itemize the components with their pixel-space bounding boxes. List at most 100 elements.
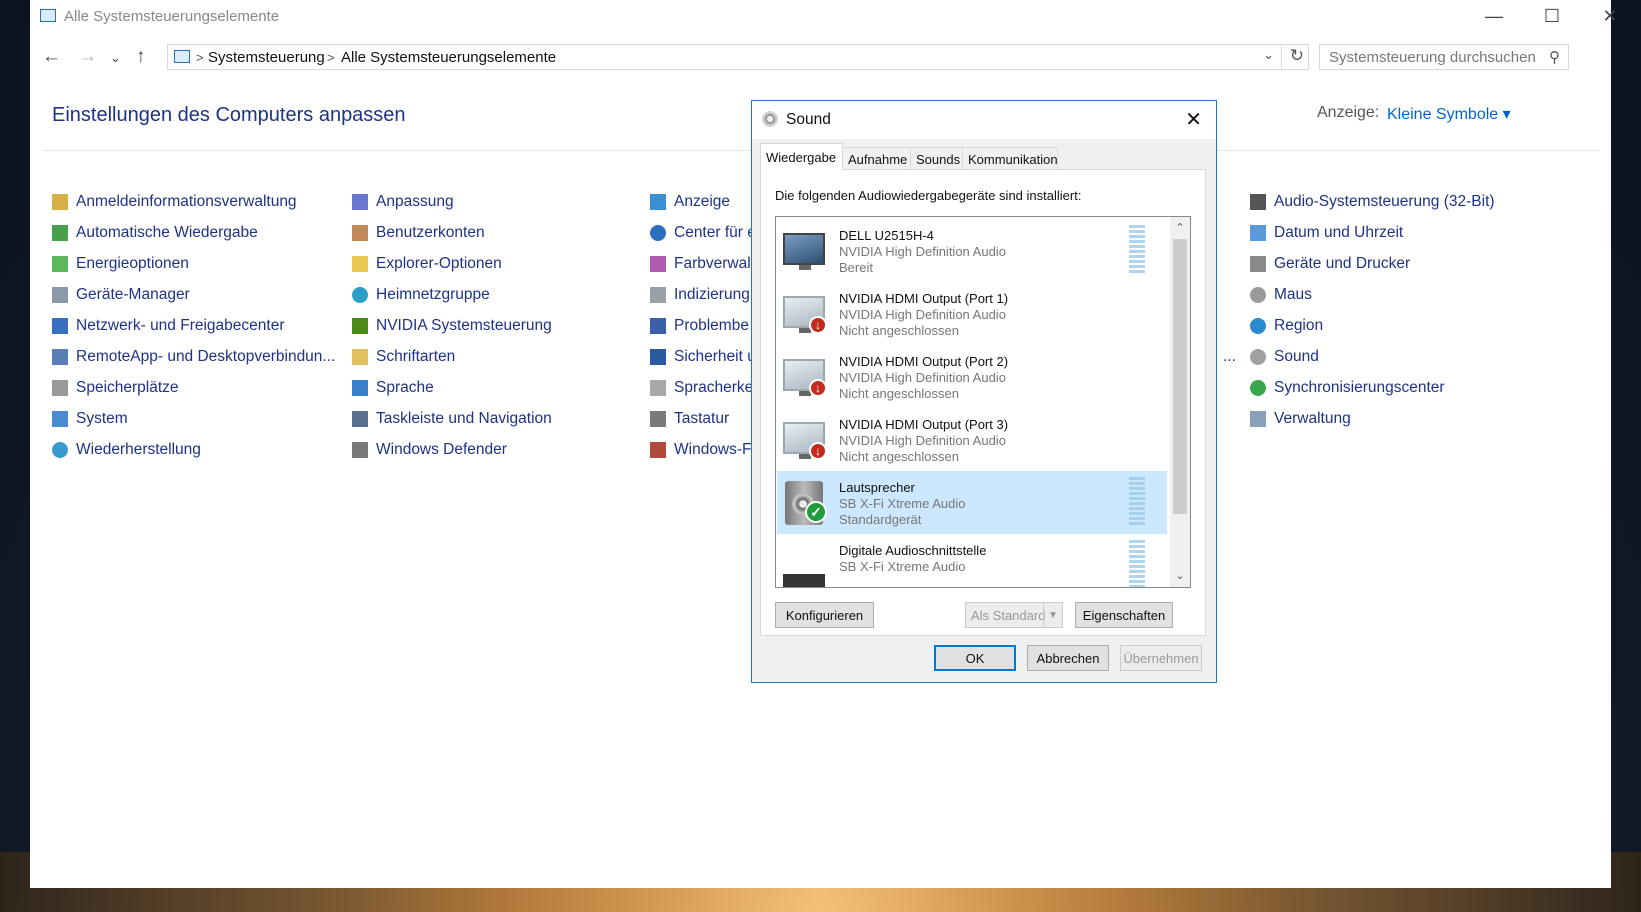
fonts-icon: [352, 349, 368, 365]
maximize-button[interactable]: ☐: [1523, 0, 1581, 32]
back-arrow-icon[interactable]: ←: [42, 46, 61, 68]
explorer-options-icon: [352, 256, 368, 272]
cp-item-tastatur[interactable]: Tastatur: [650, 408, 729, 430]
autoplay-icon: [52, 225, 68, 241]
list-item-device[interactable]: Digitale Audioschnittstelle SB X-Fi Xtre…: [777, 534, 1167, 587]
cp-item-sprache[interactable]: Sprache: [352, 377, 434, 399]
list-item-device[interactable]: ↓ NVIDIA HDMI Output (Port 3) NVIDIA Hig…: [777, 408, 1167, 471]
breadcrumb-separator-icon[interactable]: >: [196, 50, 204, 65]
storage-spaces-icon: [52, 380, 68, 396]
tab-sounds[interactable]: Sounds: [910, 147, 963, 169]
device-list-scrollbar[interactable]: ⌃ ⌄: [1170, 217, 1190, 587]
address-box[interactable]: > Systemsteuerung > Alle Systemsteuerung…: [167, 44, 1309, 70]
list-item-device[interactable]: ↓ NVIDIA HDMI Output (Port 2) NVIDIA Hig…: [777, 345, 1167, 408]
playback-device-list[interactable]: DELL U2515H-4 NVIDIA High Definition Aud…: [775, 216, 1191, 588]
sound-icon: [762, 111, 778, 127]
tab-kommunikation[interactable]: Kommunikation: [962, 147, 1058, 169]
globe-icon: [1250, 318, 1266, 334]
cp-item-benutzerkonten[interactable]: Benutzerkonten: [352, 222, 485, 244]
address-dropdown-icon[interactable]: ⌄: [1263, 47, 1274, 63]
dialog-close-icon[interactable]: ✕: [1185, 107, 1202, 132]
breadcrumb-systemsteuerung[interactable]: Systemsteuerung: [208, 49, 325, 66]
properties-button[interactable]: Eigenschaften: [1075, 602, 1173, 628]
forward-arrow-icon[interactable]: →: [78, 46, 97, 68]
cp-item-farbverwaltung[interactable]: Farbverwalt: [650, 253, 755, 275]
cp-item-speicherplaetze[interactable]: Speicherplätze: [52, 377, 179, 399]
search-icon[interactable]: ⚲: [1549, 48, 1560, 66]
up-arrow-icon[interactable]: ↑: [136, 46, 146, 68]
monitor-icon: [781, 229, 827, 271]
cp-item-remoteapp[interactable]: RemoteApp- und Desktopverbindun...: [52, 346, 335, 368]
cp-item-anmeldeinformationsverwaltung[interactable]: Anmeldeinformationsverwaltung: [52, 191, 297, 213]
cp-item-region[interactable]: Region: [1250, 315, 1323, 337]
cp-item-problembehandlung[interactable]: Problembe: [650, 315, 749, 337]
digital-audio-icon: [781, 544, 827, 587]
cp-item-audio-systemsteuerung[interactable]: Audio-Systemsteuerung (32-Bit): [1250, 191, 1495, 213]
list-item-device[interactable]: DELL U2515H-4 NVIDIA High Definition Aud…: [777, 219, 1167, 282]
tab-wiedergabe[interactable]: Wiedergabe: [760, 143, 843, 170]
cp-item-geraete-drucker[interactable]: Geräte und Drucker: [1250, 253, 1410, 275]
dropdown-arrow-icon[interactable]: ▼: [1043, 603, 1062, 627]
cp-item-netzwerk[interactable]: Netzwerk- und Freigabecenter: [52, 315, 285, 337]
keyboard-icon: [650, 411, 666, 427]
cp-item-wiederherstellung[interactable]: Wiederherstellung: [52, 439, 201, 461]
view-selector[interactable]: Kleine Symbole ▾: [1387, 104, 1511, 124]
cp-item-anzeige[interactable]: Anzeige: [650, 191, 730, 213]
list-item-device-selected[interactable]: ✓ Lautsprecher SB X-Fi Xtreme Audio Stan…: [777, 471, 1167, 534]
minimize-button[interactable]: —: [1465, 0, 1523, 32]
cp-item-synchronisierungscenter[interactable]: Synchronisierungscenter: [1250, 377, 1445, 399]
cp-item-windows-firewall[interactable]: Windows-F: [650, 439, 752, 461]
cp-item-explorer-optionen[interactable]: Explorer-Optionen: [352, 253, 502, 275]
cp-item-datum-uhrzeit[interactable]: Datum und Uhrzeit: [1250, 222, 1403, 244]
close-button[interactable]: ✕: [1581, 0, 1639, 32]
cp-item-indizierung[interactable]: Indizierung: [650, 284, 750, 306]
display-icon: [650, 194, 666, 210]
cp-item-schriftarten[interactable]: Schriftarten: [352, 346, 455, 368]
control-panel-small-icon: [174, 50, 190, 63]
tab-aufnahme[interactable]: Aufnahme: [842, 147, 911, 169]
search-input[interactable]: Systemsteuerung durchsuchen ⚲: [1319, 44, 1569, 70]
ok-button[interactable]: OK: [934, 645, 1016, 671]
cp-item-verwaltung[interactable]: Verwaltung: [1250, 408, 1351, 430]
control-panel-icon: [40, 9, 56, 22]
cp-item-center-fuer-erleichterte-bedienung[interactable]: Center für e: [650, 222, 756, 244]
apply-button[interactable]: Übernehmen: [1120, 645, 1202, 671]
cp-item-nvidia[interactable]: NVIDIA Systemsteuerung: [352, 315, 552, 337]
cp-item-spracherkennung[interactable]: Spracherke: [650, 377, 753, 399]
refresh-icon[interactable]: ↻: [1290, 46, 1304, 66]
cp-item-system[interactable]: System: [52, 408, 128, 430]
scrollbar-thumb[interactable]: [1173, 239, 1187, 514]
list-item-device[interactable]: ↓ NVIDIA HDMI Output (Port 1) NVIDIA Hig…: [777, 282, 1167, 345]
devices-printers-icon: [1250, 256, 1266, 272]
cp-item-windows-defender[interactable]: Windows Defender: [352, 439, 507, 461]
administrative-tools-icon: [1250, 411, 1266, 427]
cp-item-taskleiste[interactable]: Taskleiste und Navigation: [352, 408, 552, 430]
system-icon: [52, 411, 68, 427]
cp-item-heimnetzgruppe[interactable]: Heimnetzgruppe: [352, 284, 490, 306]
network-icon: [52, 318, 68, 334]
cp-item-geraete-manager[interactable]: Geräte-Manager: [52, 284, 190, 306]
breadcrumb-separator-icon[interactable]: >: [327, 50, 335, 65]
breadcrumb-alle-elemente[interactable]: Alle Systemsteuerungselemente: [341, 49, 556, 66]
device-manager-icon: [52, 287, 68, 303]
recent-locations-chevron-icon[interactable]: ⌄: [110, 50, 121, 66]
cp-item-sicherheit-und-wartung[interactable]: Sicherheit u: [650, 346, 756, 368]
scroll-up-icon[interactable]: ⌃: [1170, 219, 1190, 237]
cp-item-maus[interactable]: Maus: [1250, 284, 1312, 306]
monitor-disconnected-icon: ↓: [781, 355, 827, 397]
cancel-button[interactable]: Abbrechen: [1027, 645, 1109, 671]
cp-item-anpassung[interactable]: Anpassung: [352, 191, 454, 213]
set-default-split-button[interactable]: Als Standard ▼: [965, 602, 1063, 628]
firewall-icon: [650, 442, 666, 458]
credential-manager-icon: [52, 194, 68, 210]
address-bar-row: ← → ⌄ ↑ > Systemsteuerung > Alle Systems…: [30, 40, 1611, 72]
homegroup-icon: [352, 287, 368, 303]
scroll-down-icon[interactable]: ⌄: [1170, 567, 1190, 585]
cp-item-truncated-fragment[interactable]: ...: [1223, 346, 1236, 368]
cp-item-energieoptionen[interactable]: Energieoptionen: [52, 253, 189, 275]
sound-dialog: Sound ✕ Wiedergabe Aufnahme Sounds Kommu…: [751, 100, 1217, 683]
view-label: Anzeige:: [1317, 104, 1380, 121]
cp-item-automatische-wiedergabe[interactable]: Automatische Wiedergabe: [52, 222, 258, 244]
configure-button[interactable]: Konfigurieren: [775, 602, 874, 628]
cp-item-sound[interactable]: Sound: [1250, 346, 1319, 368]
